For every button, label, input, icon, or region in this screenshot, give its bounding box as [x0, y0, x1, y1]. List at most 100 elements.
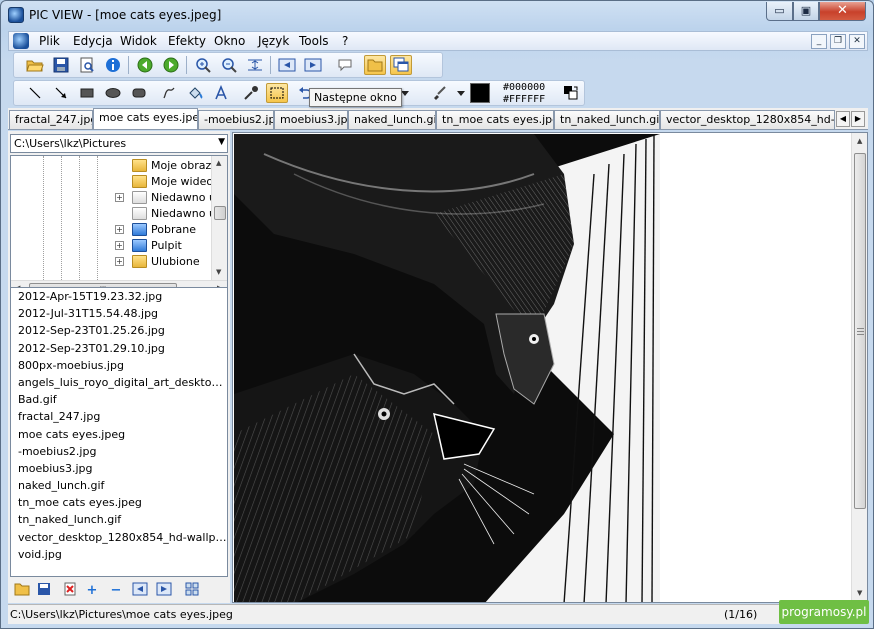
save-icon[interactable]	[50, 55, 72, 75]
add-icon[interactable]: +	[82, 582, 102, 600]
list-item[interactable]: -moebius2.jpg	[11, 443, 227, 460]
image-viewer[interactable]: ▲ ▼	[232, 132, 868, 603]
tree-item[interactable]: + Ulubione	[11, 254, 211, 270]
list-item[interactable]: 2012-Apr-15T19.23.32.jpg	[11, 288, 227, 305]
menu-edycja[interactable]: Edycja	[73, 34, 113, 48]
tab-scroll-right-icon[interactable]: ▶	[851, 111, 865, 127]
expand-icon[interactable]: +	[115, 193, 124, 202]
slideshow-icon[interactable]	[334, 55, 356, 75]
menu-tools[interactable]: Tools	[299, 34, 329, 48]
list-item[interactable]: moebius3.jpg	[11, 460, 227, 477]
list-item[interactable]: naked_lunch.gif	[11, 477, 227, 494]
title-bar[interactable]: PIC VIEW - [moe cats eyes.jpeg] ▭ ▣ ✕	[1, 1, 873, 30]
rounded-rect-icon[interactable]	[128, 83, 150, 103]
windows-icon[interactable]	[390, 55, 412, 75]
tab-scroll-left-icon[interactable]: ◀	[836, 111, 850, 127]
arrow-icon[interactable]	[50, 83, 72, 103]
fill-icon[interactable]	[184, 83, 206, 103]
tab-tn-naked-lunch[interactable]: tn_naked_lunch.gif*	[554, 110, 660, 129]
tree-item[interactable]: + Niedawno u	[11, 190, 216, 206]
menu-efekty[interactable]: Efekty	[168, 34, 206, 48]
next-image-icon[interactable]	[302, 55, 324, 75]
menu-widok[interactable]: Widok	[120, 34, 157, 48]
scroll-down-icon[interactable]: ▼	[857, 589, 862, 597]
list-item[interactable]: tn_naked_lunch.gif	[11, 511, 227, 528]
browser-icon[interactable]	[364, 55, 386, 75]
eyedropper-icon[interactable]	[240, 83, 262, 103]
text-icon[interactable]	[210, 83, 232, 103]
selection-icon[interactable]	[266, 83, 288, 103]
line-icon[interactable]	[24, 83, 46, 103]
viewer-vertical-scroll-thumb[interactable]	[854, 153, 866, 509]
fit-icon[interactable]	[244, 55, 266, 75]
list-item[interactable]: fractal_247.jpg	[11, 408, 227, 425]
list-item[interactable]: vector_desktop_1280x854_hd-wallpaper-...	[11, 529, 227, 546]
list-item[interactable]: 800px-moebius.jpg	[11, 357, 227, 374]
chevron-down-icon[interactable]: ▼	[218, 137, 225, 147]
list-item[interactable]: 2012-Sep-23T01.29.10.jpg	[11, 340, 227, 357]
list-item[interactable]: 2012-Sep-23T01.25.26.jpg	[11, 322, 227, 339]
save-icon[interactable]	[34, 582, 54, 600]
mdi-document-icon[interactable]	[13, 33, 29, 49]
list-item[interactable]: tn_moe cats eyes.jpeg	[11, 494, 227, 511]
file-list[interactable]: 2012-Apr-15T19.23.32.jpg 2012-Jul-31T15.…	[10, 287, 228, 577]
tab-fractal[interactable]: fractal_247.jpg	[9, 110, 93, 129]
info-icon[interactable]	[102, 55, 124, 75]
freehand-icon[interactable]	[158, 83, 180, 103]
expand-icon[interactable]: +	[115, 225, 124, 234]
scroll-up-icon[interactable]: ▲	[857, 137, 862, 145]
list-item[interactable]: 2012-Jul-31T15.54.48.jpg	[11, 305, 227, 322]
list-item[interactable]: Bad.gif	[11, 391, 227, 408]
expand-icon[interactable]: +	[115, 257, 124, 266]
tree-vertical-scroll-thumb[interactable]	[214, 206, 226, 220]
tree-item[interactable]: + Pulpit	[11, 238, 211, 254]
menu-okno[interactable]: Okno	[214, 34, 245, 48]
close-button[interactable]: ✕	[819, 2, 866, 21]
next-icon[interactable]	[154, 582, 174, 600]
expand-icon[interactable]: +	[115, 241, 124, 250]
menu-plik[interactable]: Plik	[39, 34, 60, 48]
ellipse-icon[interactable]	[102, 83, 124, 103]
prev-green-icon[interactable]	[134, 55, 156, 75]
zoom-in-icon[interactable]	[192, 55, 214, 75]
swap-colors-icon[interactable]	[560, 83, 582, 103]
scroll-up-icon[interactable]: ▲	[216, 159, 221, 167]
mdi-close-button[interactable]: ✕	[849, 34, 865, 49]
list-item[interactable]: angels_luis_royo_digital_art_desktop_200…	[11, 374, 227, 391]
viewer-vertical-scrollbar[interactable]: ▲ ▼	[851, 133, 867, 602]
brush-dropdown-icon[interactable]	[450, 83, 472, 103]
path-combobox[interactable]: C:\Users\lkz\Pictures ▼	[10, 134, 228, 153]
brush-icon[interactable]	[428, 83, 450, 103]
tree-vertical-scrollbar[interactable]: ▲ ▼	[211, 156, 227, 280]
tree-item[interactable]: + Pobrane	[11, 222, 211, 238]
tab-moebius3[interactable]: moebius3.jpg	[274, 110, 348, 129]
foreground-color-swatch[interactable]	[470, 83, 490, 103]
mdi-restore-button[interactable]: ❐	[830, 34, 846, 49]
scroll-down-icon[interactable]: ▼	[216, 268, 221, 276]
next-green-icon[interactable]	[160, 55, 182, 75]
app-icon[interactable]	[8, 7, 24, 23]
tab-naked-lunch[interactable]: naked_lunch.gif	[348, 110, 436, 129]
mdi-minimize-button[interactable]: _	[811, 34, 827, 49]
zoom-out-icon[interactable]	[218, 55, 240, 75]
tab-tn-moe-cats-eyes[interactable]: tn_moe cats eyes.jpeg	[436, 110, 554, 129]
menu-jezyk[interactable]: Język	[258, 34, 289, 48]
delete-icon[interactable]	[60, 582, 80, 600]
remove-icon[interactable]: −	[106, 582, 126, 600]
rectangle-icon[interactable]	[76, 83, 98, 103]
tree-item[interactable]: Moje obrazy	[11, 158, 218, 174]
maximize-button[interactable]: ▣	[793, 2, 819, 21]
tree-item[interactable]: Moje wideo	[11, 174, 213, 190]
list-item[interactable]: void.jpg	[11, 546, 227, 563]
tab-vector-desktop[interactable]: vector_desktop_1280x854_hd-wall	[660, 110, 835, 129]
tab-moebius2[interactable]: -moebius2.jpg	[198, 110, 274, 129]
displayed-image[interactable]	[234, 134, 660, 602]
menu-help[interactable]: ?	[342, 34, 348, 48]
open-folder-icon[interactable]	[12, 582, 32, 600]
previous-icon[interactable]	[130, 582, 150, 600]
list-item[interactable]: moe cats eyes.jpeg	[11, 426, 227, 443]
tree-item[interactable]: Niedawno u	[11, 206, 216, 222]
tab-moe-cats-eyes[interactable]: moe cats eyes.jpeg	[93, 108, 198, 129]
print-preview-icon[interactable]	[76, 55, 98, 75]
open-folder-icon[interactable]	[24, 55, 46, 75]
